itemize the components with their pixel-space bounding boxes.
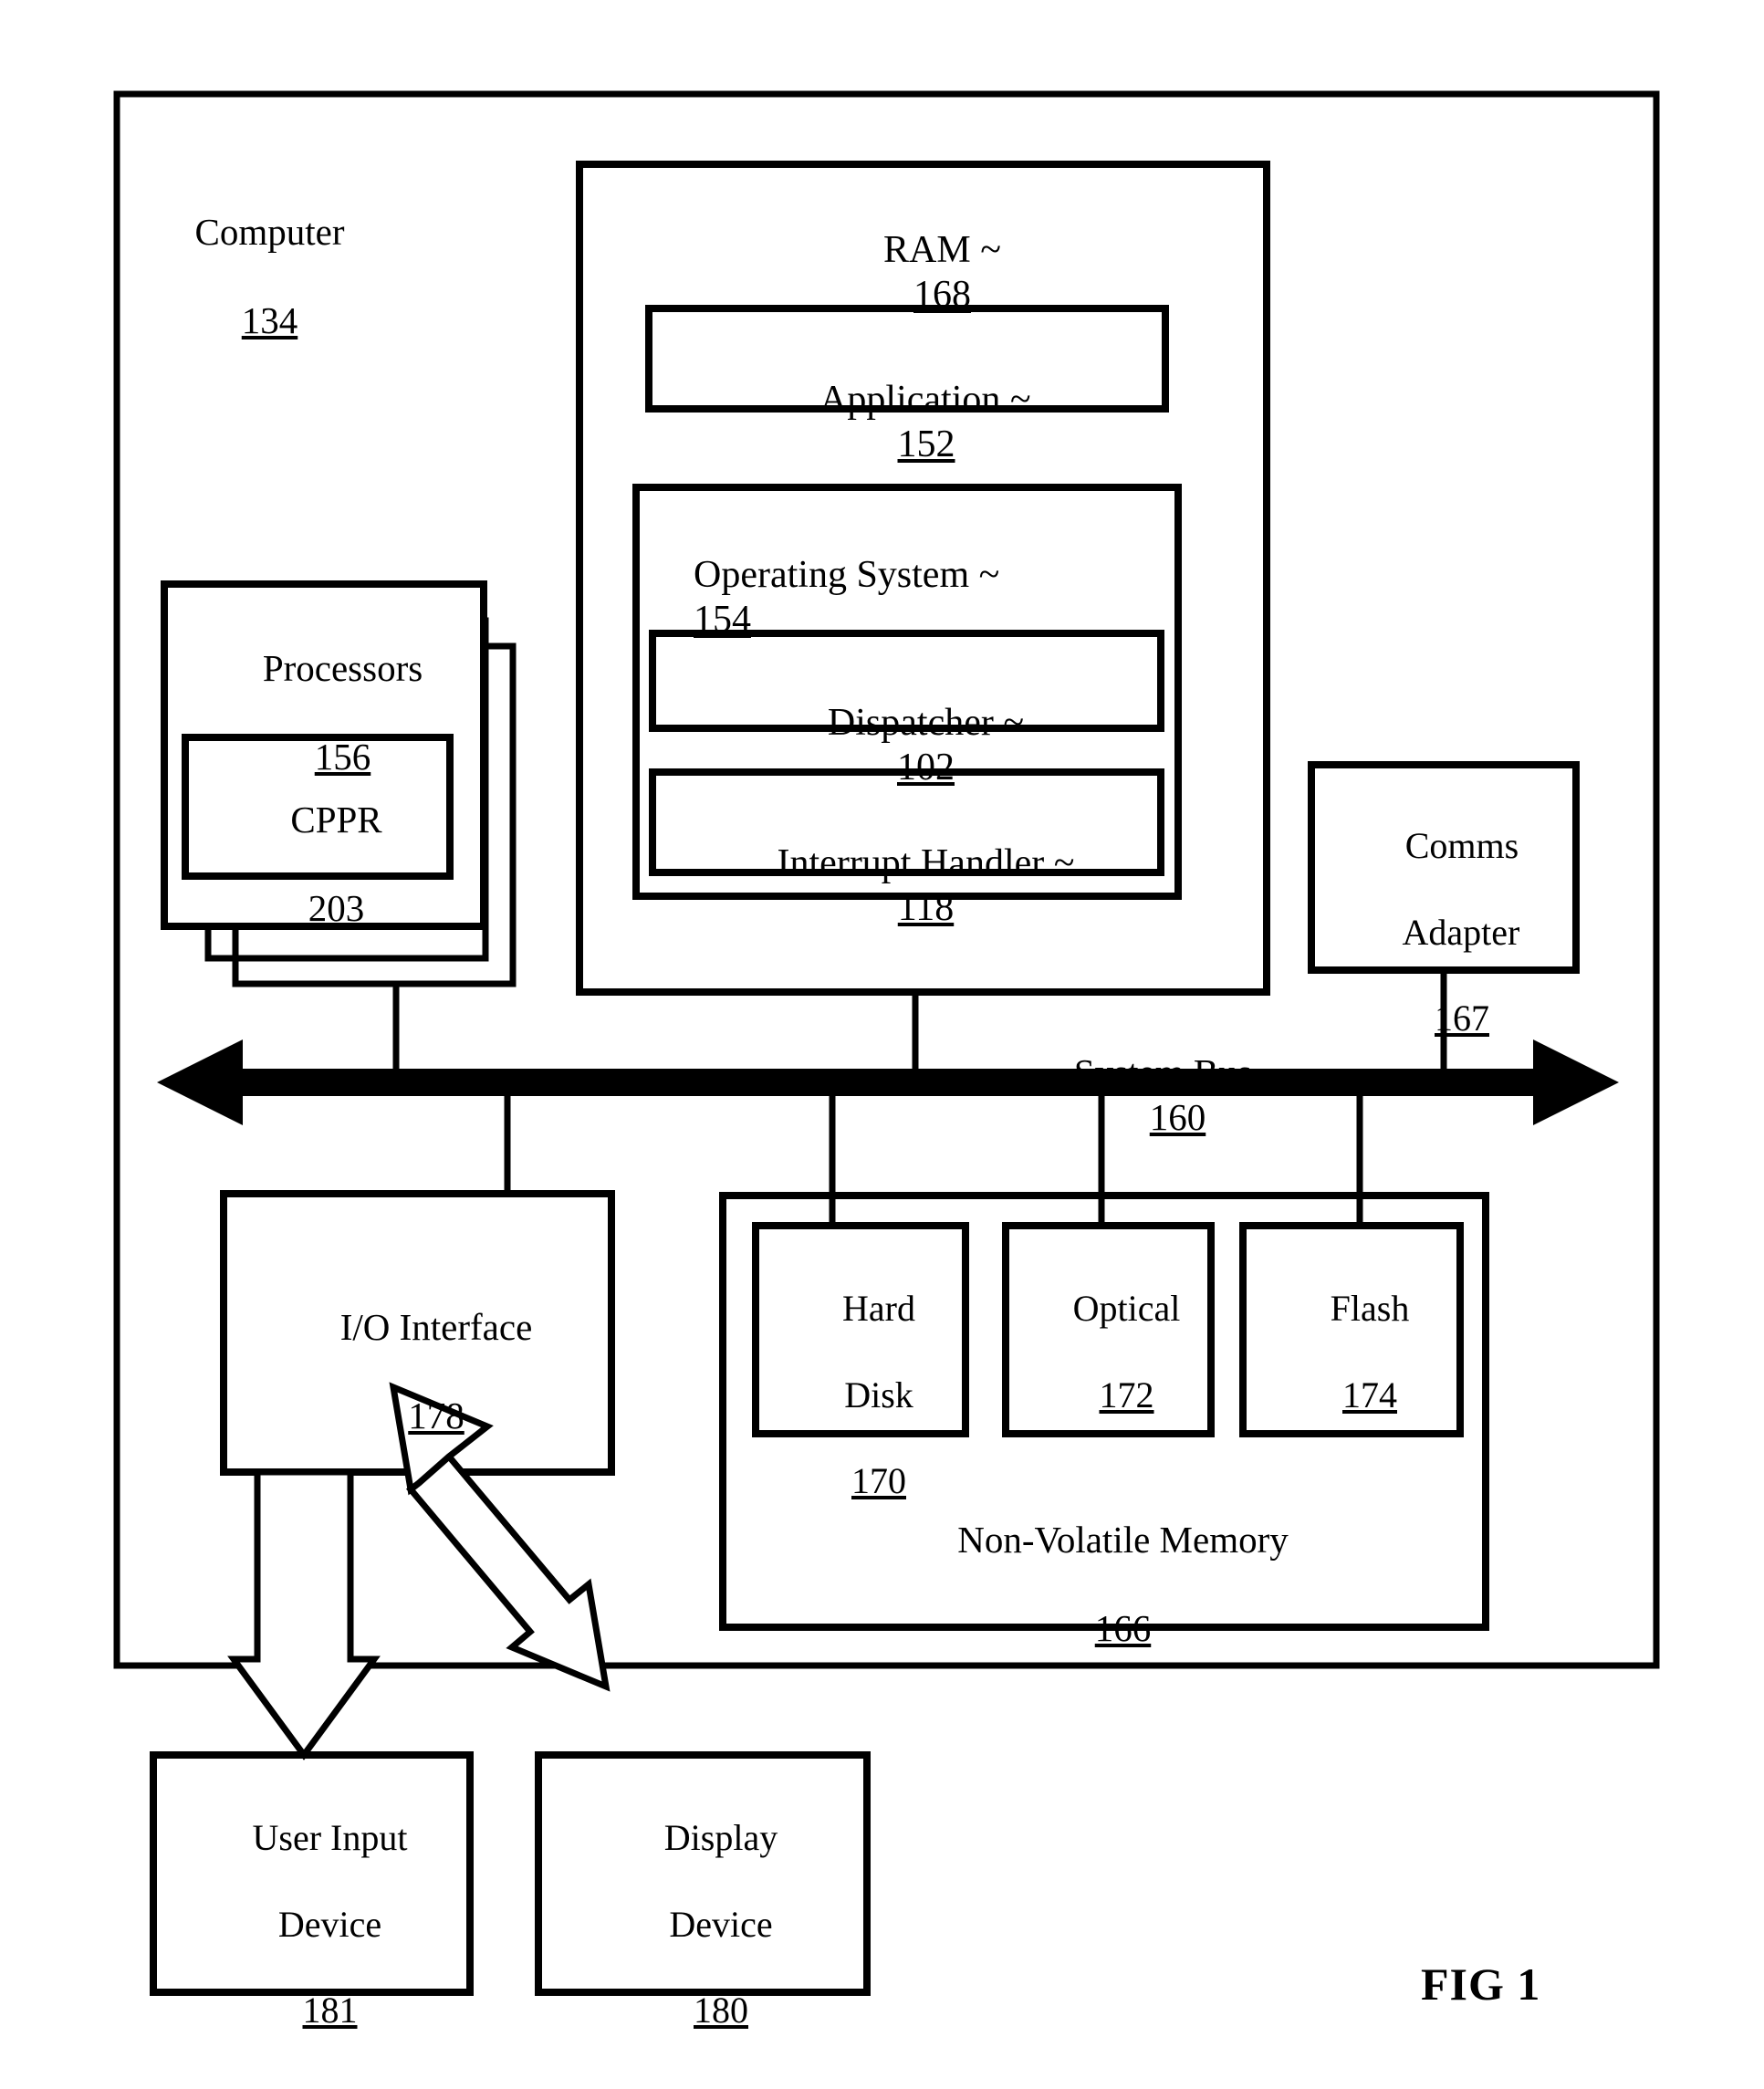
user-input-device-line1: User Input — [252, 1817, 408, 1859]
interrupt-handler-label: Interrupt Handler ~ 118 — [652, 796, 1161, 977]
optical-ref: 172 — [1099, 1374, 1154, 1415]
comms-adapter-line2: Adapter — [1402, 911, 1520, 953]
cppr-title: CPPR — [290, 799, 382, 841]
non-volatile-memory-title: Non-Volatile Memory — [957, 1519, 1289, 1562]
ram-ref: 168 — [913, 274, 971, 317]
arrow-io-user-input — [227, 1468, 381, 1760]
user-input-device-line2: Device — [277, 1903, 382, 1945]
hard-disk-line2: Disk — [844, 1374, 913, 1415]
non-volatile-memory-label: Non-Volatile Memory 166 — [723, 1474, 1486, 1695]
user-input-device-ref: 181 — [302, 1989, 358, 2031]
optical-label: Optical 172 — [1006, 1244, 1211, 1459]
comms-adapter-ref: 167 — [1435, 997, 1489, 1039]
comms-adapter-label: Comms Adapter 167 — [1311, 781, 1576, 1082]
system-bus-label: System Bus ~ 160 — [967, 1007, 1351, 1184]
flash-label: Flash 174 — [1243, 1244, 1460, 1459]
hard-disk-line1: Hard — [842, 1288, 915, 1330]
application-label: Application ~ 152 — [649, 332, 1165, 513]
system-bus-title: System Bus ~ — [1073, 1051, 1282, 1094]
io-interface-title: I/O Interface — [339, 1306, 533, 1349]
interrupt-handler-ref: 118 — [897, 887, 955, 930]
system-bus-ref: 160 — [1149, 1095, 1206, 1138]
cppr-label: CPPR 203 — [185, 754, 450, 975]
arrow-io-display — [405, 1452, 611, 1692]
operating-system-ref: 154 — [694, 599, 751, 642]
computer-label: Computer 134 — [137, 166, 365, 387]
io-interface-label: I/O Interface 178 — [224, 1261, 611, 1482]
operating-system-title: Operating System ~ — [694, 553, 1000, 596]
flash-line1: Flash — [1330, 1288, 1410, 1330]
io-interface-ref: 178 — [408, 1394, 464, 1437]
display-device-label: Display Device 180 — [538, 1773, 867, 2074]
cppr-ref: 203 — [308, 887, 365, 930]
computer-title: Computer — [194, 211, 345, 254]
ram-title: RAM ~ — [883, 228, 1001, 271]
application-ref: 152 — [897, 423, 955, 466]
flash-ref: 174 — [1342, 1374, 1397, 1415]
computer-ref: 134 — [241, 299, 298, 342]
display-device-ref: 180 — [694, 1989, 748, 2031]
optical-line1: Optical — [1072, 1288, 1181, 1330]
dispatcher-ref: 102 — [897, 747, 955, 789]
application-title: Application ~ — [819, 378, 1031, 421]
user-input-device-label: User Input Device 181 — [153, 1773, 470, 2074]
non-volatile-memory-ref: 166 — [1094, 1607, 1152, 1650]
display-device-line1: Display — [663, 1817, 778, 1859]
display-device-line2: Device — [669, 1903, 773, 1945]
interrupt-handler-title: Interrupt Handler ~ — [777, 841, 1075, 884]
comms-adapter-line1: Comms — [1404, 825, 1519, 867]
dispatcher-title: Dispatcher ~ — [827, 701, 1025, 744]
patent-figure-page: Computer 134 RAM ~ 168 Application ~ 152… — [0, 0, 1764, 2089]
figure-caption: FIG 1 — [1421, 1958, 1541, 2010]
processors-title: Processors — [262, 647, 423, 690]
